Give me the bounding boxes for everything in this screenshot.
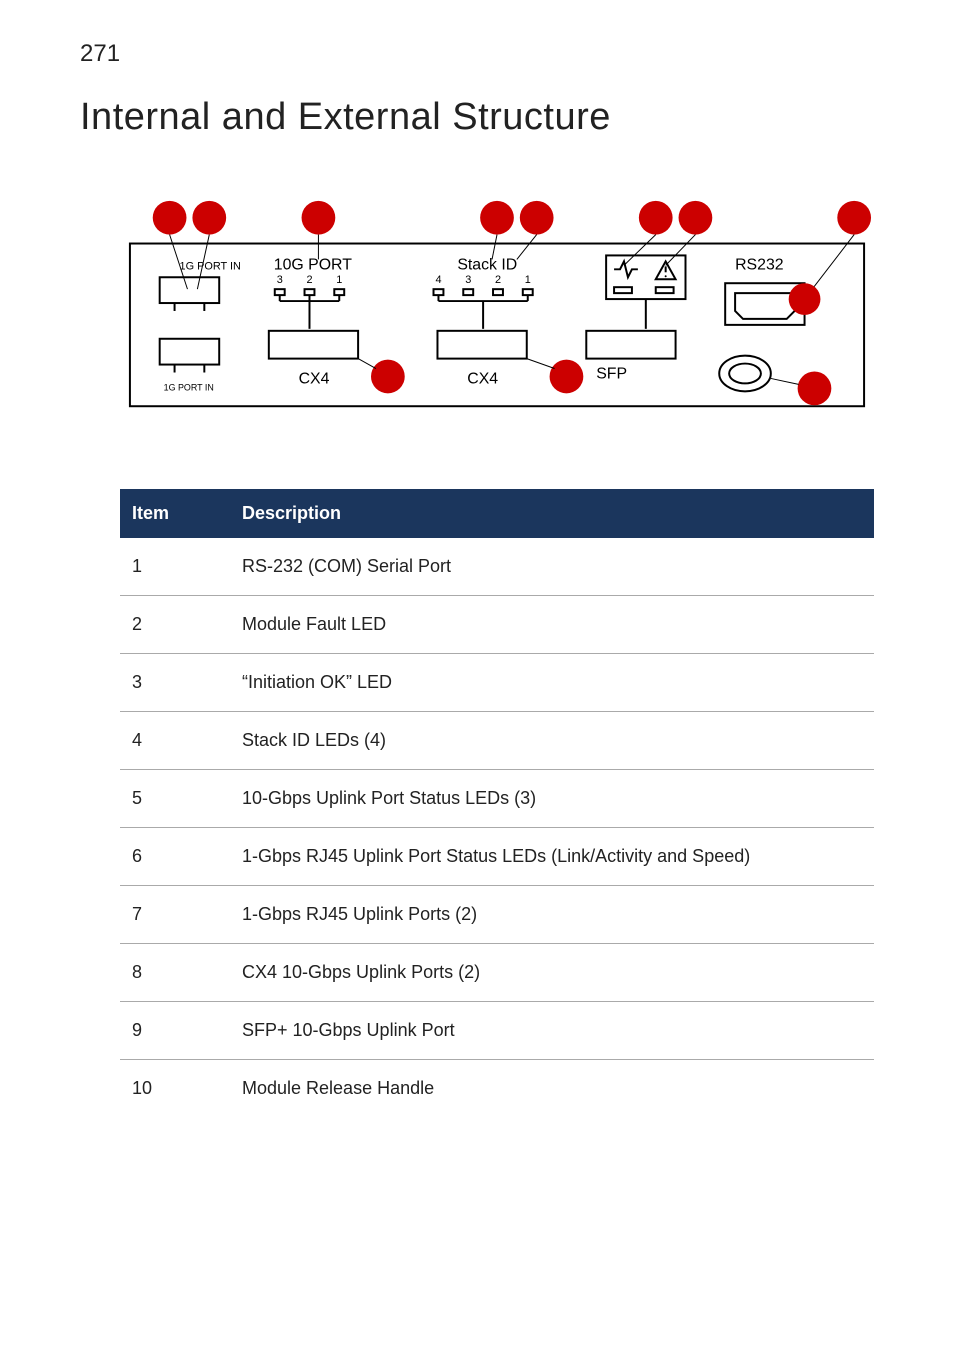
table-row: 10Module Release Handle — [120, 1060, 874, 1118]
header-item: Item — [120, 489, 230, 538]
desc-cell: “Initiation OK” LED — [230, 654, 874, 712]
desc-cell: Module Release Handle — [230, 1060, 874, 1118]
item-cell: 4 — [120, 712, 230, 770]
desc-cell: 1-Gbps RJ45 Uplink Ports (2) — [230, 886, 874, 944]
svg-text:3: 3 — [465, 274, 471, 286]
desc-cell: 1-Gbps RJ45 Uplink Port Status LEDs (Lin… — [230, 828, 874, 886]
table-row: 61-Gbps RJ45 Uplink Port Status LEDs (Li… — [120, 828, 874, 886]
item-cell: 2 — [120, 596, 230, 654]
page-number: 271 — [80, 40, 874, 68]
svg-text:1G PORT IN: 1G PORT IN — [180, 260, 241, 272]
item-cell: 6 — [120, 828, 230, 886]
svg-text:CX4: CX4 — [467, 370, 498, 387]
svg-text:CX4: CX4 — [299, 370, 330, 387]
item-cell: 7 — [120, 886, 230, 944]
desc-cell: Stack ID LEDs (4) — [230, 712, 874, 770]
svg-text:SFP: SFP — [596, 365, 627, 382]
svg-text:RS232: RS232 — [735, 256, 784, 273]
table-row: 3“Initiation OK” LED — [120, 654, 874, 712]
item-cell: 10 — [120, 1060, 230, 1118]
svg-text:Stack ID: Stack ID — [457, 256, 517, 273]
diagram-svg: 1G PORT IN 1G PORT IN 10G PORT 3 2 1 Sta… — [120, 199, 874, 419]
table-row: 2Module Fault LED — [120, 596, 874, 654]
svg-text:1G PORT IN: 1G PORT IN — [164, 382, 214, 392]
svg-text:10G PORT: 10G PORT — [274, 256, 352, 273]
item-cell: 3 — [120, 654, 230, 712]
table-row: 71-Gbps RJ45 Uplink Ports (2) — [120, 886, 874, 944]
svg-text:2: 2 — [307, 274, 313, 286]
items-table: Item Description 1RS-232 (COM) Serial Po… — [120, 489, 874, 1117]
svg-text:2: 2 — [495, 274, 501, 286]
table-row: 8CX4 10-Gbps Uplink Ports (2) — [120, 944, 874, 1002]
svg-text:4: 4 — [435, 274, 441, 286]
desc-cell: SFP+ 10-Gbps Uplink Port — [230, 1002, 874, 1060]
svg-text:1: 1 — [336, 274, 342, 286]
desc-cell: CX4 10-Gbps Uplink Ports (2) — [230, 944, 874, 1002]
desc-cell: 10-Gbps Uplink Port Status LEDs (3) — [230, 770, 874, 828]
svg-text:1: 1 — [525, 274, 531, 286]
desc-cell: RS-232 (COM) Serial Port — [230, 538, 874, 596]
header-description: Description — [230, 489, 874, 538]
page-title: Internal and External Structure — [80, 96, 874, 139]
table-row: 1RS-232 (COM) Serial Port — [120, 538, 874, 596]
desc-cell: Module Fault LED — [230, 596, 874, 654]
table-row: 510-Gbps Uplink Port Status LEDs (3) — [120, 770, 874, 828]
item-cell: 5 — [120, 770, 230, 828]
table-row: 9SFP+ 10-Gbps Uplink Port — [120, 1002, 874, 1060]
svg-text:3: 3 — [277, 274, 283, 286]
item-cell: 1 — [120, 538, 230, 596]
item-cell: 8 — [120, 944, 230, 1002]
item-cell: 9 — [120, 1002, 230, 1060]
table-row: 4Stack ID LEDs (4) — [120, 712, 874, 770]
front-panel-diagram: 1G PORT IN 1G PORT IN 10G PORT 3 2 1 Sta… — [120, 199, 874, 419]
